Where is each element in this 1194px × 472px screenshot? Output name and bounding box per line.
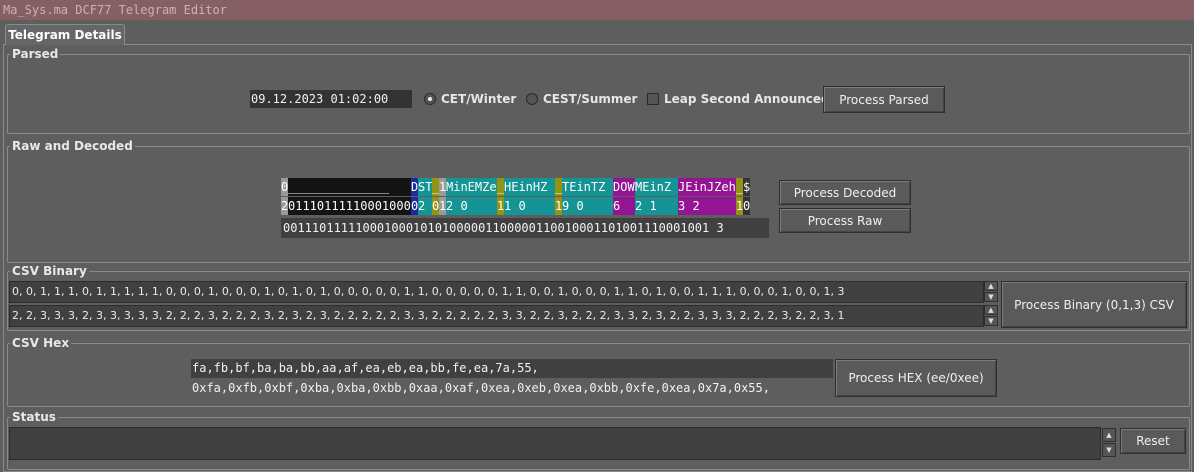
status-group: Status ▲ ▼ Reset bbox=[7, 410, 1190, 470]
process-decoded-button[interactable]: Process Decoded bbox=[779, 180, 911, 205]
decoded-field-label: 0 bbox=[281, 178, 288, 196]
radio-cet-winter[interactable]: CET/Winter bbox=[424, 92, 516, 106]
csv-binary-line-1-scroll[interactable]: ▲ ▼ bbox=[984, 281, 998, 303]
csv-binary-title: CSV Binary bbox=[10, 264, 89, 278]
process-raw-button[interactable]: Process Raw bbox=[779, 208, 911, 233]
decoded-field-label: ST bbox=[418, 178, 432, 196]
decoded-field-value: 1 bbox=[439, 197, 446, 215]
decoded-field-value: 2 bbox=[281, 197, 288, 215]
decoded-field-value: 1 bbox=[555, 197, 562, 215]
checkbox-box bbox=[647, 93, 659, 105]
radio-selected-indicator bbox=[424, 93, 436, 105]
window-title: Ma_Sys.ma DCF77 Telegram Editor bbox=[0, 0, 1194, 20]
csv-binary-line-1[interactable]: 0, 0, 1, 1, 1, 0, 1, 1, 1, 1, 1, 0, 0, 0… bbox=[9, 281, 984, 303]
csv-hex-line-2[interactable]: 0xfa,0xfb,0xbf,0xba,0xba,0xbb,0xaa,0xaf,… bbox=[191, 379, 833, 398]
decoded-field-value: 3 2 bbox=[678, 197, 736, 215]
status-title: Status bbox=[10, 410, 58, 424]
decoded-field-label: _ bbox=[432, 178, 439, 196]
decoded-values-row[interactable]: 2 01110111110001000 0 2 0 1 2 011 019 062 13 2… bbox=[281, 197, 750, 215]
parsed-group: Parsed 09.12.2023 01:02:00 CET/Winter CE… bbox=[7, 47, 1190, 134]
datetime-input[interactable]: 09.12.2023 01:02:00 bbox=[250, 90, 412, 108]
raw-decoded-title: Raw and Decoded bbox=[10, 139, 135, 153]
parsed-title: Parsed bbox=[10, 47, 61, 61]
reset-button[interactable]: Reset bbox=[1120, 428, 1186, 454]
decoded-field-value: 2 1 bbox=[635, 197, 678, 215]
scroll-up-icon[interactable]: ▲ bbox=[1102, 428, 1116, 442]
decoded-field-value: 1 0 bbox=[504, 197, 555, 215]
decoded-field-label: MinEMZe bbox=[446, 178, 497, 196]
scroll-up-icon[interactable]: ▲ bbox=[984, 281, 998, 291]
decoded-field-label: DOW bbox=[613, 178, 635, 196]
decoded-field-value: 0 bbox=[411, 197, 418, 215]
scroll-up-icon[interactable]: ▲ bbox=[984, 305, 998, 315]
decoded-field-label: D bbox=[411, 178, 418, 196]
decoded-field-label: HEinHZ bbox=[504, 178, 555, 196]
radio-cest-summer[interactable]: CEST/Summer bbox=[526, 92, 637, 106]
status-scroll[interactable]: ▲ ▼ bbox=[1102, 428, 1116, 460]
decoded-field-value: 2 bbox=[418, 197, 432, 215]
scroll-down-icon[interactable]: ▼ bbox=[984, 292, 998, 302]
process-parsed-button[interactable]: Process Parsed bbox=[823, 86, 945, 113]
decoded-field-label: $ bbox=[743, 178, 750, 196]
scroll-down-icon[interactable]: ▼ bbox=[1102, 443, 1116, 457]
decoded-field-value: 1 bbox=[497, 197, 504, 215]
process-binary-csv-button[interactable]: Process Binary (0,1,3) CSV bbox=[1001, 281, 1187, 328]
leap-second-label: Leap Second Announced bbox=[664, 92, 830, 106]
decoded-field-label: ______________ bbox=[288, 178, 411, 196]
decoded-field-value: 0 bbox=[432, 197, 439, 215]
radio-cet-label: CET/Winter bbox=[441, 92, 517, 106]
decoded-field-label: _ bbox=[555, 178, 562, 196]
scroll-down-icon[interactable]: ▼ bbox=[984, 316, 998, 326]
tab-telegram-details[interactable]: Telegram Details bbox=[5, 24, 125, 45]
decoded-header-row[interactable]: 0 ______________ D ST _ 1 MinEMZe _ HEinHZ _ TEinT… bbox=[281, 178, 750, 196]
decoded-field-value: 2 0 bbox=[446, 197, 497, 215]
decoded-field-label: _ bbox=[497, 178, 504, 196]
decoded-field-value: 1 bbox=[736, 197, 743, 215]
csv-binary-group: CSV Binary 0, 0, 1, 1, 1, 0, 1, 1, 1, 1,… bbox=[7, 264, 1190, 331]
decoded-field-value: 9 0 bbox=[562, 197, 613, 215]
csv-hex-title: CSV Hex bbox=[10, 336, 72, 350]
radio-indicator bbox=[526, 93, 538, 105]
decoded-field-label: JEinJZeh bbox=[678, 178, 736, 196]
process-hex-button[interactable]: Process HEX (ee/0xee) bbox=[835, 359, 997, 397]
decoded-field-label: MEinZ bbox=[635, 178, 678, 196]
tab-panel: Parsed 09.12.2023 01:02:00 CET/Winter CE… bbox=[3, 44, 1192, 472]
decoded-field-value: 0 bbox=[743, 197, 750, 215]
radio-cest-label: CEST/Summer bbox=[543, 92, 638, 106]
decoded-field-label: _ bbox=[736, 178, 743, 196]
leap-second-checkbox[interactable]: Leap Second Announced bbox=[647, 92, 830, 106]
csv-binary-line-2-scroll[interactable]: ▲ ▼ bbox=[984, 305, 998, 327]
decoded-field-label: TEinTZ bbox=[562, 178, 613, 196]
decoded-field-value: 6 bbox=[613, 197, 635, 215]
csv-binary-line-2[interactable]: 2, 2, 3, 3, 3, 2, 3, 3, 3, 3, 3, 2, 2, 2… bbox=[9, 305, 984, 327]
csv-hex-group: CSV Hex fa,fb,bf,ba,ba,bb,aa,af,ea,eb,ea… bbox=[7, 336, 1190, 407]
status-text-area[interactable] bbox=[9, 427, 1101, 460]
decoded-field-label: 1 bbox=[439, 178, 446, 196]
decoded-field-value: 01110111110001000 bbox=[288, 197, 411, 215]
csv-hex-line-1[interactable]: fa,fb,bf,ba,ba,bb,aa,af,ea,eb,ea,bb,fe,e… bbox=[191, 359, 833, 378]
raw-bits-field[interactable]: 0011101111100010001010100000110000011001… bbox=[281, 218, 769, 238]
raw-decoded-group: Raw and Decoded 0 ______________ D ST _ 1 MinE… bbox=[7, 139, 1190, 263]
